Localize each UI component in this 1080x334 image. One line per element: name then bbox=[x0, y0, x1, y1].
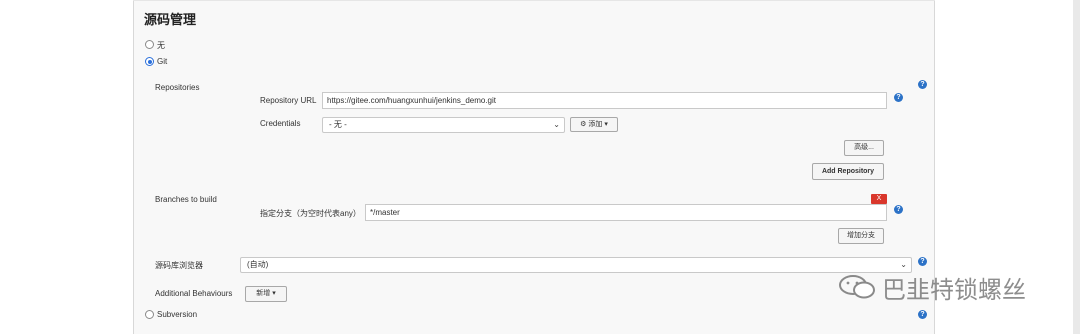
caret-down-icon: ▾ bbox=[604, 121, 608, 128]
branch-specifier-input[interactable]: */master bbox=[365, 204, 887, 221]
scm-none-radio[interactable] bbox=[145, 40, 154, 49]
scrollbar-track[interactable] bbox=[1073, 0, 1080, 334]
branch-specifier-help-icon[interactable]: ? bbox=[894, 205, 903, 214]
repository-url-label: Repository URL bbox=[260, 96, 317, 105]
branch-specifier-label: 指定分支（为空时代表any） bbox=[260, 209, 361, 218]
credentials-add-button[interactable]: ⚙ 添加 ▾ bbox=[570, 117, 618, 132]
repository-browser-label: 源码库浏览器 bbox=[155, 261, 203, 270]
credentials-add-label: 添加 bbox=[588, 121, 603, 128]
credentials-label: Credentials bbox=[260, 119, 301, 128]
add-behaviour-button[interactable]: 新增 ▾ bbox=[245, 286, 287, 302]
add-behaviour-label: 新增 bbox=[256, 290, 271, 297]
add-branch-button[interactable]: 增加分支 bbox=[838, 228, 884, 244]
repositories-help-icon[interactable]: ? bbox=[918, 80, 927, 89]
caret-down-icon: ▾ bbox=[272, 290, 276, 297]
scm-subversion-label: Subversion bbox=[157, 310, 198, 319]
additional-behaviours-label: Additional Behaviours bbox=[155, 289, 233, 298]
scm-git-label: Git bbox=[157, 57, 168, 66]
scm-none-label: 无 bbox=[157, 41, 165, 50]
credentials-select[interactable]: - 无 - ⌄ bbox=[322, 117, 565, 133]
credentials-select-value: - 无 - bbox=[329, 120, 347, 129]
branches-label: Branches to build bbox=[155, 195, 217, 204]
scm-git-radio[interactable] bbox=[145, 57, 154, 66]
repository-browser-select[interactable]: (自动) ⌄ bbox=[240, 257, 912, 273]
repository-browser-value: (自动) bbox=[247, 260, 269, 269]
repository-browser-help-icon[interactable]: ? bbox=[918, 257, 927, 266]
scm-subversion-radio[interactable] bbox=[145, 310, 154, 319]
repository-url-input[interactable]: https://gitee.com/huangxunhui/jenkins_de… bbox=[322, 92, 887, 109]
key-icon: ⚙ bbox=[580, 121, 587, 128]
advanced-button[interactable]: 高级... bbox=[844, 140, 884, 156]
repository-url-help-icon[interactable]: ? bbox=[894, 93, 903, 102]
chevron-down-icon: ⌄ bbox=[553, 120, 560, 129]
wechat-logo-icon bbox=[839, 275, 875, 299]
repositories-label: Repositories bbox=[155, 83, 200, 92]
section-title: 源码管理 bbox=[144, 12, 197, 27]
add-repository-button[interactable]: Add Repository bbox=[812, 163, 884, 180]
subversion-help-icon[interactable]: ? bbox=[918, 310, 927, 319]
panel-top-border bbox=[133, 0, 935, 1]
watermark-text: 巴韭特锁螺丝 bbox=[882, 277, 1026, 304]
delete-branch-button[interactable]: X bbox=[871, 194, 887, 204]
